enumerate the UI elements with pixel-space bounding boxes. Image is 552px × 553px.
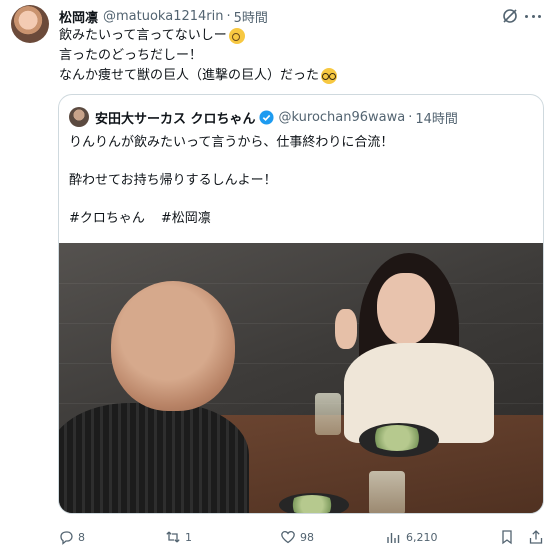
views-button[interactable]: 6,210 [386,526,438,548]
quoted-author-handle: @kurochan96wawa [278,109,406,125]
photo-peace-sign [335,309,357,349]
quoted-text-line-2: 酔わせてお持ち帰りするしんよー！ [69,173,277,188]
quoted-hashtags: #クロちゃん #松岡凛 [69,209,393,229]
repost-icon [166,531,180,543]
photo-salad [287,495,337,513]
quoted-tweet-text: りんりんが飲みたいって言うから、仕事終わりに合流！ 酔わせてお持ち帰りするしんよ… [69,133,393,229]
photo-glass [315,393,341,435]
quoted-author-name: 安田大サーカス クロちゃん [95,111,256,127]
more-icon[interactable] [523,6,543,26]
tweet[interactable]: 松岡凛 @matuoka1214rin · 5時間 飲みたいって言ってないしー … [0,0,552,553]
tweet-text: 飲みたいって言ってないしー 言ったのどっちだしー！ なんか痩せて獣の巨人（進撃の… [59,26,338,86]
quoted-tweet-photo[interactable] [59,243,543,513]
views-icon [387,533,400,543]
repost-count: 1 [185,530,192,544]
quoted-tweet[interactable]: 安田大サーカス クロちゃん @kurochan96wawa · 14時間 りんり… [58,94,544,514]
bookmark-icon [502,530,512,545]
photo-man-head [111,281,235,411]
tweet-text-line-1: 飲みたいって言ってないしー [59,26,337,46]
separator-dot: · [226,8,231,24]
quoted-text-line-1: りんりんが飲みたいって言うから、仕事終わりに合流！ [69,135,394,150]
bookmark-button[interactable] [499,526,515,548]
photo-man-body [59,403,249,513]
tweet-header: 松岡凛 @matuoka1214rin · 5時間 [59,6,268,26]
views-count: 6,210 [406,530,438,544]
reply-button[interactable]: 8 [58,526,85,548]
tweet-actions: 8 1 98 6,210 [58,526,544,548]
photo-glass [369,471,405,513]
verified-badge-icon [259,109,274,125]
share-icon [529,530,543,544]
author-avatar[interactable] [11,5,49,43]
tweet-text-line-2: 言ったのどっちだしー！ [59,48,203,63]
reply-count: 8 [78,530,85,544]
repost-button[interactable]: 1 [165,526,192,548]
nerd-face-emoji-icon [321,68,338,84]
tweet-time[interactable]: 5時間 [234,7,268,26]
reply-icon [60,531,73,545]
peeking-face-emoji-icon [228,28,245,44]
photo-woman-face [377,273,435,345]
like-button[interactable]: 98 [280,526,314,548]
quoted-author-avatar [69,107,89,127]
quoted-tweet-time: 14時間 [415,111,458,127]
quoted-tweet-header: 安田大サーカス クロちゃん @kurochan96wawa · 14時間 [95,106,458,128]
grok-icon[interactable] [500,6,520,26]
hashtag[interactable]: #クロちゃん [69,209,145,229]
share-button[interactable] [528,526,544,548]
photo-salad [369,425,425,451]
separator-dot: · [408,109,413,125]
like-count: 98 [300,530,314,544]
hashtag[interactable]: #松岡凛 [161,209,211,229]
tweet-text-line-3: なんか痩せて獣の巨人（進撃の巨人）だった [59,66,338,86]
author-name[interactable]: 松岡凛 [59,7,98,26]
author-handle[interactable]: @matuoka1214rin [103,9,223,24]
like-icon [281,530,295,544]
